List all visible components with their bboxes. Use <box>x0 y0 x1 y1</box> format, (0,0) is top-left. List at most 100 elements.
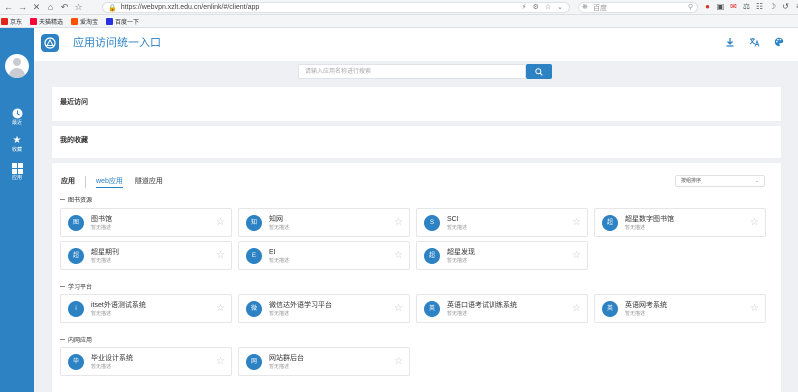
category-label: 学习平台 <box>60 282 92 291</box>
app-name: 知网 <box>269 216 283 223</box>
app-card[interactable]: 英 英语网考系统 暂无描述 ☆ <box>594 294 766 323</box>
app-card[interactable]: 网 网站群后台 暂无描述 ☆ <box>238 347 410 376</box>
home-icon[interactable]: ⌂ <box>45 1 56 14</box>
mail-icon[interactable]: ✉ <box>729 2 738 12</box>
bookmark-tmall[interactable]: 天猫精选 <box>30 17 63 26</box>
avatar[interactable] <box>5 54 29 78</box>
browser-search-placeholder: 百度 <box>593 4 607 12</box>
lightning-icon[interactable]: ⚡ <box>522 3 527 13</box>
sidebar-item-apps[interactable]: 应用 <box>0 163 34 185</box>
app-name: 英语口语考试训练系统 <box>447 302 517 309</box>
bookmark-jd[interactable]: 京东 <box>1 17 22 26</box>
app-desc: 暂无描述 <box>447 258 468 264</box>
moon-icon[interactable]: ☽ <box>768 2 777 12</box>
star-outline-icon[interactable]: ☆ <box>572 303 581 315</box>
app-desc: 暂无描述 <box>447 225 468 231</box>
menu-icon[interactable]: ≡ <box>794 2 798 12</box>
app-card[interactable]: S SCI 暂无描述 ☆ <box>416 208 588 237</box>
favorites-panel: 我的收藏 <box>52 126 781 158</box>
close-icon[interactable]: ✕ <box>31 1 42 14</box>
app-icon: i <box>68 301 84 317</box>
undo-icon[interactable]: ↶ <box>59 1 70 14</box>
address-bar[interactable]: 🔒 https://webvpn.xzlt.edu.cn/enlink/#/cl… <box>102 2 570 13</box>
star-icon: ★ <box>12 135 22 146</box>
grid-icon <box>11 163 23 175</box>
category-label-text: 图书资源 <box>68 198 93 204</box>
app-card[interactable]: 图 图书馆 暂无描述 ☆ <box>60 208 232 237</box>
recent-panel: 最近访问 <box>52 87 781 121</box>
search-input[interactable] <box>299 65 525 79</box>
favorites-title: 我的收藏 <box>60 137 88 144</box>
star-outline-icon[interactable]: ☆ <box>216 303 225 315</box>
star-outline-icon[interactable]: ☆ <box>394 217 403 229</box>
app-card[interactable]: 超 超星期刊 暂无描述 ☆ <box>60 241 232 270</box>
star-outline-icon[interactable]: ☆ <box>216 250 225 262</box>
app-icon: E <box>246 248 262 264</box>
star-outline-icon[interactable]: ☆ <box>394 303 403 315</box>
translate-icon[interactable]: ⚙ <box>533 3 539 13</box>
app-icon: 图 <box>68 215 84 231</box>
tab-tunnel-apps[interactable]: 隧道应用 <box>135 177 163 187</box>
app-icon: S <box>424 215 440 231</box>
star-outline-icon[interactable]: ☆ <box>750 303 759 315</box>
search-button[interactable] <box>526 64 552 79</box>
app-name: 超星数字图书馆 <box>625 216 674 223</box>
url-text: https://webvpn.xzlt.edu.cn/enlink/#/clie… <box>120 4 260 11</box>
bookmark-label: 爱淘宝 <box>80 19 99 26</box>
forward-icon[interactable]: → <box>17 1 28 14</box>
magnifier-icon[interactable]: ⚲ <box>688 3 693 13</box>
app-name: 英语网考系统 <box>625 302 667 309</box>
grid-apps-icon[interactable]: ☷ <box>755 2 764 12</box>
app-card[interactable]: 毕 毕业设计系统 暂无描述 ☆ <box>60 347 232 376</box>
app-desc: 暂无描述 <box>91 364 112 370</box>
app-card[interactable]: 超 超星数字图书馆 暂无描述 ☆ <box>594 208 766 237</box>
star-outline-icon[interactable]: ☆ <box>750 217 759 229</box>
baidu-icon <box>106 17 114 25</box>
star-outline-icon[interactable]: ☆ <box>216 217 225 229</box>
app-desc: 暂无描述 <box>91 311 112 317</box>
star-outline-icon[interactable]: ☆ <box>545 3 551 13</box>
lock-icon: 🔒 <box>108 4 117 12</box>
bookmark-taobao[interactable]: 爱淘宝 <box>71 17 98 26</box>
star-outline-icon[interactable]: ☆ <box>394 250 403 262</box>
category-label: 内网应用 <box>60 335 92 344</box>
star-outline-icon[interactable]: ☆ <box>394 356 403 368</box>
bookmark-star-icon[interactable]: ☆ <box>73 1 84 14</box>
puzzle-icon[interactable]: ▣ <box>716 2 725 12</box>
avatar-body <box>9 68 25 78</box>
dropdown-icon[interactable]: ⌄ <box>557 3 563 13</box>
undo-history-icon[interactable]: ↺ <box>781 2 790 12</box>
app-card[interactable]: i itset外语测试系统 暂无描述 ☆ <box>60 294 232 323</box>
translate-icon[interactable] <box>748 37 760 49</box>
app-card[interactable]: 超 超星发现 暂无描述 ☆ <box>416 241 588 270</box>
app-icon: 英 <box>424 301 440 317</box>
tab-web-apps[interactable]: web应用 <box>96 177 123 188</box>
app-name: 图书馆 <box>91 216 112 223</box>
app-desc: 暂无描述 <box>625 311 646 317</box>
category-label-text: 内网应用 <box>68 338 93 344</box>
browser-search-box[interactable]: ❋ 百度 ⚲ <box>578 2 698 13</box>
back-icon[interactable]: ← <box>3 1 14 14</box>
star-outline-icon[interactable]: ☆ <box>572 217 581 229</box>
category-label: 图书资源 <box>60 195 92 204</box>
star-outline-icon[interactable]: ☆ <box>572 250 581 262</box>
bookmark-baidu[interactable]: 百度一下 <box>106 17 139 26</box>
tab-all-apps[interactable]: 应用 <box>61 177 75 187</box>
app-card[interactable]: 英 英语口语考试训练系统 暂无描述 ☆ <box>416 294 588 323</box>
clock-icon <box>12 108 23 120</box>
sort-select[interactable]: 按组排序 ⌄ <box>675 175 765 187</box>
app-name: EI <box>269 249 276 256</box>
extension-icon[interactable]: ● <box>703 2 712 12</box>
app-card[interactable]: 微 微信达外语学习平台 暂无描述 ☆ <box>238 294 410 323</box>
download-icon[interactable] <box>724 37 736 49</box>
star-outline-icon[interactable]: ☆ <box>216 356 225 368</box>
sidebar-item-recent[interactable]: 最近 <box>0 108 34 130</box>
palette-icon[interactable] <box>773 37 785 49</box>
app-icon: 毕 <box>68 354 84 370</box>
shield-icon[interactable]: ⚖ <box>742 2 751 12</box>
bookmark-label: 百度一下 <box>115 19 140 26</box>
search-box <box>298 64 526 79</box>
sidebar-item-favorites[interactable]: ★ 收藏 <box>0 135 34 157</box>
app-card[interactable]: 知 知网 暂无描述 ☆ <box>238 208 410 237</box>
app-card[interactable]: E EI 暂无描述 ☆ <box>238 241 410 270</box>
